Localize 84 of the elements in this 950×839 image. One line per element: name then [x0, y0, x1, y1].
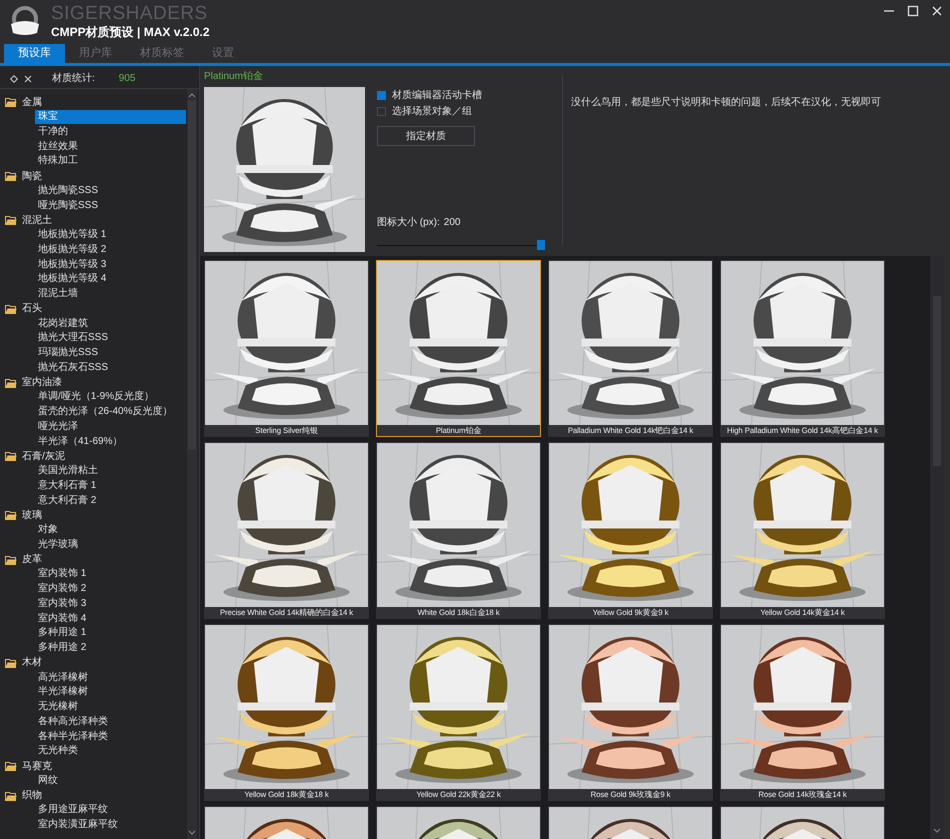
- tree-item[interactable]: 混泥土墙: [35, 287, 78, 302]
- tree-item[interactable]: 美国光滑粘土: [35, 464, 98, 478]
- checkbox-label: 选择场景对象／组: [392, 104, 472, 119]
- tree-item[interactable]: 无光橡树: [35, 700, 78, 714]
- tree-category[interactable]: 木材: [22, 655, 42, 670]
- app-title: CMPP材质预设 | MAX v.2.0.2: [51, 24, 210, 40]
- folder-icon: [5, 451, 17, 462]
- tree-item[interactable]: 意大利石膏 1: [35, 478, 96, 493]
- tree-category[interactable]: 石膏/灰泥: [22, 448, 65, 464]
- close-icon[interactable]: [930, 4, 944, 18]
- assign-material-button[interactable]: 指定材质: [377, 126, 475, 146]
- folder-icon: [5, 97, 17, 108]
- stats-value: 905: [118, 72, 136, 86]
- tree-category[interactable]: 玻璃: [22, 508, 42, 523]
- checkbox[interactable]: [377, 107, 386, 116]
- tree-item[interactable]: 多种用途 2: [35, 641, 86, 656]
- tree-category[interactable]: 混泥土: [22, 212, 52, 228]
- folder-icon: [5, 554, 17, 565]
- tree-item[interactable]: 抛光大理石SSS: [35, 331, 108, 346]
- tree-item[interactable]: 室内装饰 2: [35, 582, 86, 596]
- tree-item[interactable]: 哑光陶瓷SSS: [35, 198, 98, 213]
- icon-size-label: 图标大小 (px):: [377, 216, 440, 230]
- tree-item[interactable]: 室内装潢亚麻平纹: [35, 818, 118, 832]
- tree-item[interactable]: 室内装饰 4: [35, 612, 86, 626]
- icon-size-slider[interactable]: [377, 240, 545, 250]
- tree-item[interactable]: 各种半光泽种类: [35, 730, 108, 744]
- tree-item[interactable]: 半光泽（41-69%）: [35, 434, 122, 449]
- tree-item[interactable]: 意大利石膏 2: [35, 494, 96, 508]
- scroll-down-icon[interactable]: [188, 830, 196, 835]
- folder-icon: [5, 790, 17, 801]
- tree-item[interactable]: 多种用途 1: [35, 626, 86, 640]
- tree-item[interactable]: 珠宝: [35, 110, 186, 124]
- slider-thumb[interactable]: [537, 240, 545, 250]
- folder-icon: [5, 510, 17, 520]
- checkbox-label: 材质编辑器活动卡槽: [392, 88, 482, 103]
- tree-category[interactable]: 金属: [22, 94, 42, 110]
- tree-category[interactable]: 马赛克: [22, 758, 52, 774]
- folder-icon: [5, 761, 17, 772]
- maximize-icon[interactable]: [906, 4, 920, 18]
- tree-item[interactable]: 拉丝效果: [35, 140, 78, 154]
- checkbox[interactable]: [377, 91, 386, 100]
- tree-item[interactable]: 哑光光泽: [35, 420, 78, 434]
- folder-icon: [5, 215, 17, 226]
- tree-item[interactable]: 对象: [35, 523, 58, 538]
- folder-icon: [5, 171, 17, 182]
- material-name: Platinum铂金: [204, 71, 264, 83]
- tree-category[interactable]: 室内油漆: [22, 375, 62, 390]
- folder-icon: [5, 304, 17, 314]
- tree-item[interactable]: 地板抛光等级 4: [35, 272, 106, 286]
- tree-item[interactable]: 室内装饰 1: [35, 567, 86, 582]
- tree-item[interactable]: 特殊加工: [35, 154, 78, 168]
- tree-category[interactable]: 皮革: [22, 552, 42, 568]
- tree-item[interactable]: 蛋壳的光泽（26-40%反光度）: [35, 405, 172, 420]
- tree-item[interactable]: 地板抛光等级 2: [35, 242, 106, 257]
- tree-item[interactable]: 光学玻璃: [35, 538, 78, 552]
- diamond-icon[interactable]: [10, 74, 18, 82]
- folder-icon: [5, 658, 17, 668]
- tree-category[interactable]: 织物: [22, 788, 42, 804]
- tree-item[interactable]: 单调/哑光（1-9%反光度）: [35, 390, 154, 404]
- tree-item[interactable]: 干净的: [35, 124, 68, 139]
- stats-label: 材质统计:: [52, 72, 95, 86]
- scroll-down-icon[interactable]: [933, 828, 941, 833]
- tree-category[interactable]: 石头: [22, 301, 42, 316]
- note-text: 没什么鸟用，都是些尺寸说明和卡顿的问题，后续不在汉化，无视即可: [571, 97, 881, 108]
- tree-category[interactable]: 陶瓷: [22, 168, 42, 184]
- tab[interactable]: 预设库: [4, 44, 65, 63]
- tree-item[interactable]: 无光种类: [35, 744, 78, 758]
- tree-item[interactable]: 花岗岩建筑: [35, 316, 88, 331]
- tree-item[interactable]: 半光泽橡树: [35, 685, 88, 700]
- tree-item[interactable]: 玛瑙抛光SSS: [35, 346, 98, 360]
- tree-item[interactable]: 室内装饰 3: [35, 596, 86, 611]
- tree-item[interactable]: 网纹: [35, 774, 58, 788]
- tree-item[interactable]: 各种高光泽种类: [35, 714, 108, 729]
- tree-item[interactable]: 抛光石灰石SSS: [35, 360, 108, 375]
- scrollbar[interactable]: [187, 89, 197, 839]
- tree-item[interactable]: 多用途亚麻平纹: [35, 803, 108, 818]
- tree-item[interactable]: 抛光陶瓷SSS: [35, 184, 98, 198]
- tree-item[interactable]: 地板抛光等级 1: [35, 228, 106, 242]
- tree-item[interactable]: 地板抛光等级 3: [35, 258, 106, 272]
- scroll-up-icon[interactable]: [188, 93, 196, 98]
- close-icon[interactable]: [24, 74, 32, 82]
- folder-icon: [5, 378, 17, 388]
- tree-item[interactable]: 高光泽橡树: [35, 670, 88, 685]
- icon-size-value: 200: [444, 216, 460, 230]
